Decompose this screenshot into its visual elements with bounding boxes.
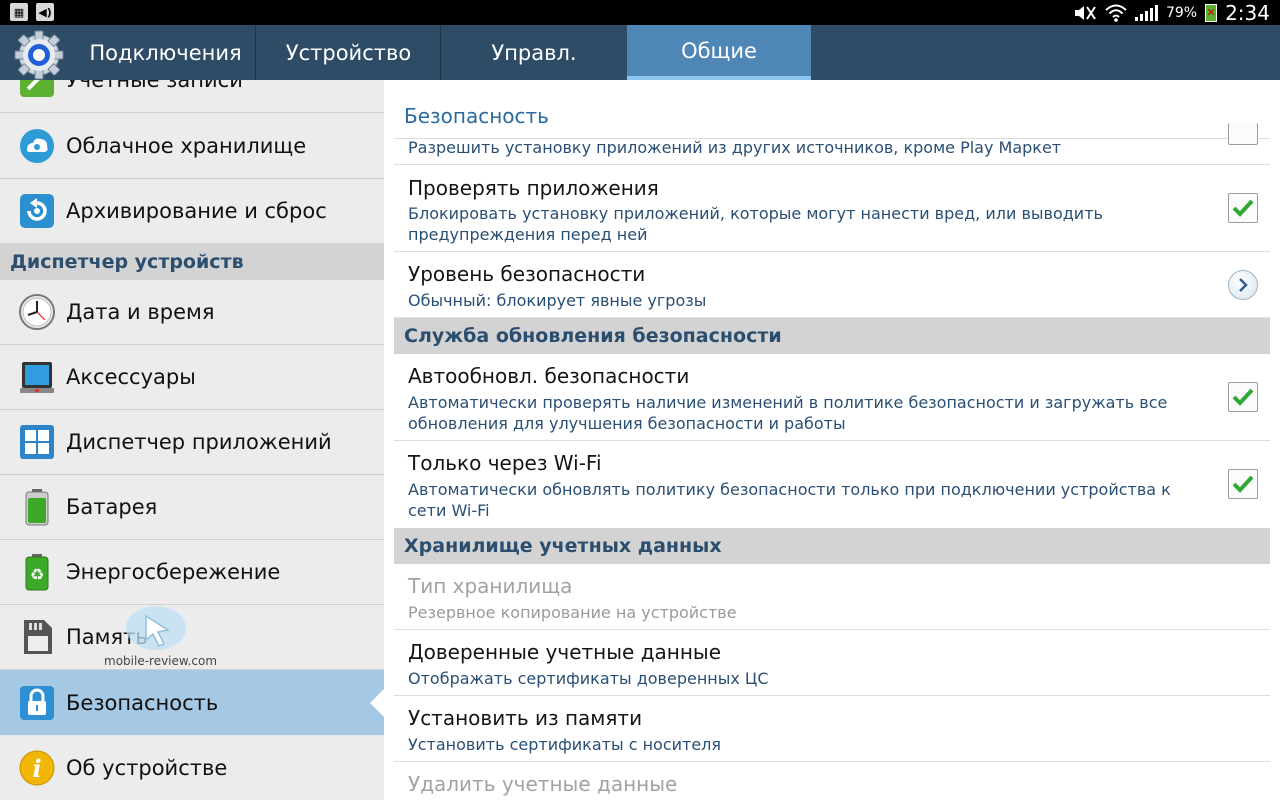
setting-title: Доверенные учетные данные [408,640,722,664]
cloud-icon [20,129,54,163]
setting-subtitle: Автоматически проверять наличие изменени… [408,393,1168,433]
sidebar-item-label: Архивирование и сброс [66,199,327,223]
setting-subtitle: Резервное копирование на устройстве [408,603,737,622]
wifi-icon [1105,4,1127,22]
setting-title: Удалить учетные данные [408,772,678,796]
sidebar-item-app-manager[interactable]: Диспетчер приложений [0,410,384,475]
backup-reset-icon [20,194,54,228]
sidebar-item-security[interactable]: Безопасность [0,670,384,735]
auto-update-checkbox[interactable] [1228,382,1258,412]
svg-text:i: i [32,754,41,783]
setting-subtitle: Блокировать установку приложений, которы… [408,204,1103,244]
sidebar-item-cloud[interactable]: Облачное хранилище [0,114,384,179]
lock-icon [20,685,54,720]
sidebar-item-label: Учетные записи [66,80,243,92]
sidebar-item-label: Энергосбережение [66,560,281,584]
setting-title: Автообновл. безопасности [408,364,690,388]
tab-controls[interactable]: Управл. [442,25,626,80]
mute-icon [1074,5,1096,20]
sidebar-item-label: Облачное хранилище [66,134,307,158]
app-manager-icon [20,425,54,459]
setting-install-from-storage[interactable]: Установить из памяти Установить сертифик… [394,696,1270,762]
tab-general[interactable]: Общие [627,25,811,80]
setting-unknown-sources[interactable]: Разрешить установку приложений из других… [394,123,1270,165]
sidebar-item-label: Об устройстве [66,756,228,780]
system-icons: 79% 2:34 [1073,0,1270,25]
setting-subtitle: Разрешить установку приложений из других… [408,138,1062,157]
accessories-icon [20,362,54,393]
setting-clear-credentials: Удалить учетные данные [394,762,1270,800]
battery-icon [1205,3,1218,22]
section-security-update-service: Служба обновления безопасности [394,318,1270,354]
sidebar-item-label: Дата и время [66,300,215,324]
battery-percent: 79% [1165,4,1198,21]
setting-verify-apps[interactable]: Проверять приложения Блокировать установ… [394,165,1270,252]
sidebar-item-label: Безопасность [66,690,219,715]
sidebar-item-backup[interactable]: Архивирование и сброс [0,179,384,244]
sidebar-section-device-manager: Диспетчер устройств [0,244,384,280]
sidebar-item-label: Аксессуары [66,365,196,389]
accounts-icon [20,80,54,97]
watermark-text: mobile-review.com [104,654,218,668]
setting-subtitle: Обычный: блокирует явные угрозы [408,291,707,310]
tab-connections[interactable]: Подключения [76,25,256,80]
signal-icon [1134,4,1158,21]
sidebar-item-accounts[interactable]: Учетные записи [0,80,384,113]
checkmark-icon [1232,388,1254,406]
volume-icon: ◀) [36,3,54,21]
power-saving-icon: ♻ [25,554,49,591]
settings-gear-icon[interactable] [14,30,64,80]
page-title: Безопасность [404,104,549,128]
sidebar-item-accessories[interactable]: Аксессуары [0,345,384,410]
unknown-sources-checkbox[interactable] [1228,123,1258,145]
battery-icon [25,489,49,526]
chevron-right-icon [1239,278,1248,292]
setting-title: Только через Wi-Fi [408,451,602,475]
setting-subtitle: Отображать сертификаты доверенных ЦС [408,669,769,688]
clock: 2:34 [1225,0,1270,25]
status-bar: ▦ ◀) 79% 2:34 [0,0,1280,25]
security-level-arrow-button[interactable] [1228,270,1258,300]
sidebar-item-label: Диспетчер приложений [66,430,332,454]
setting-title: Уровень безопасности [408,262,646,286]
notification-icons: ▦ ◀) [10,3,54,21]
sidebar-item-about[interactable]: i Об устройстве [0,736,384,800]
sidebar-item-power-saving[interactable]: ♻ Энергосбережение [0,540,384,605]
sd-card-icon [24,620,52,654]
setting-storage-type: Тип хранилища Резервное копирование на у… [394,564,1270,630]
sidebar: Учетные записи Облачное хранилище Архиви… [0,80,384,800]
verify-apps-checkbox[interactable] [1228,193,1258,223]
svg-text:♻: ♻ [30,565,44,584]
setting-trusted-credentials[interactable]: Доверенные учетные данные Отображать сер… [394,630,1270,696]
setting-wifi-only[interactable]: Только через Wi-Fi Автоматически обновля… [394,441,1270,528]
setting-title: Установить из памяти [408,706,643,730]
setting-security-level[interactable]: Уровень безопасности Обычный: блокирует … [394,252,1270,318]
setting-subtitle: Установить сертификаты с носителя [408,735,722,754]
security-settings-panel: Безопасность Разрешить установку приложе… [384,80,1280,800]
setting-subtitle: Автоматически обновлять политику безопас… [408,480,1171,520]
sidebar-item-battery[interactable]: Батарея [0,475,384,540]
setting-auto-update[interactable]: Автообновл. безопасности Автоматически п… [394,354,1270,441]
checkmark-icon [1232,199,1254,217]
setting-title: Проверять приложения [408,176,659,200]
sidebar-item-date-time[interactable]: Дата и время [0,280,384,345]
action-bar: Подключения Устройство Управл. Общие [0,25,1280,80]
clock-icon [19,294,55,330]
sim-card-icon: ▦ [10,3,28,21]
wifi-only-checkbox[interactable] [1228,469,1258,499]
checkmark-icon [1232,475,1254,493]
setting-title: Тип хранилища [408,574,573,598]
sidebar-item-label: Батарея [66,495,158,519]
watermark-logo-icon [126,606,186,650]
info-icon: i [19,750,55,786]
section-credential-storage: Хранилище учетных данных [394,528,1270,564]
tab-device[interactable]: Устройство [257,25,441,80]
